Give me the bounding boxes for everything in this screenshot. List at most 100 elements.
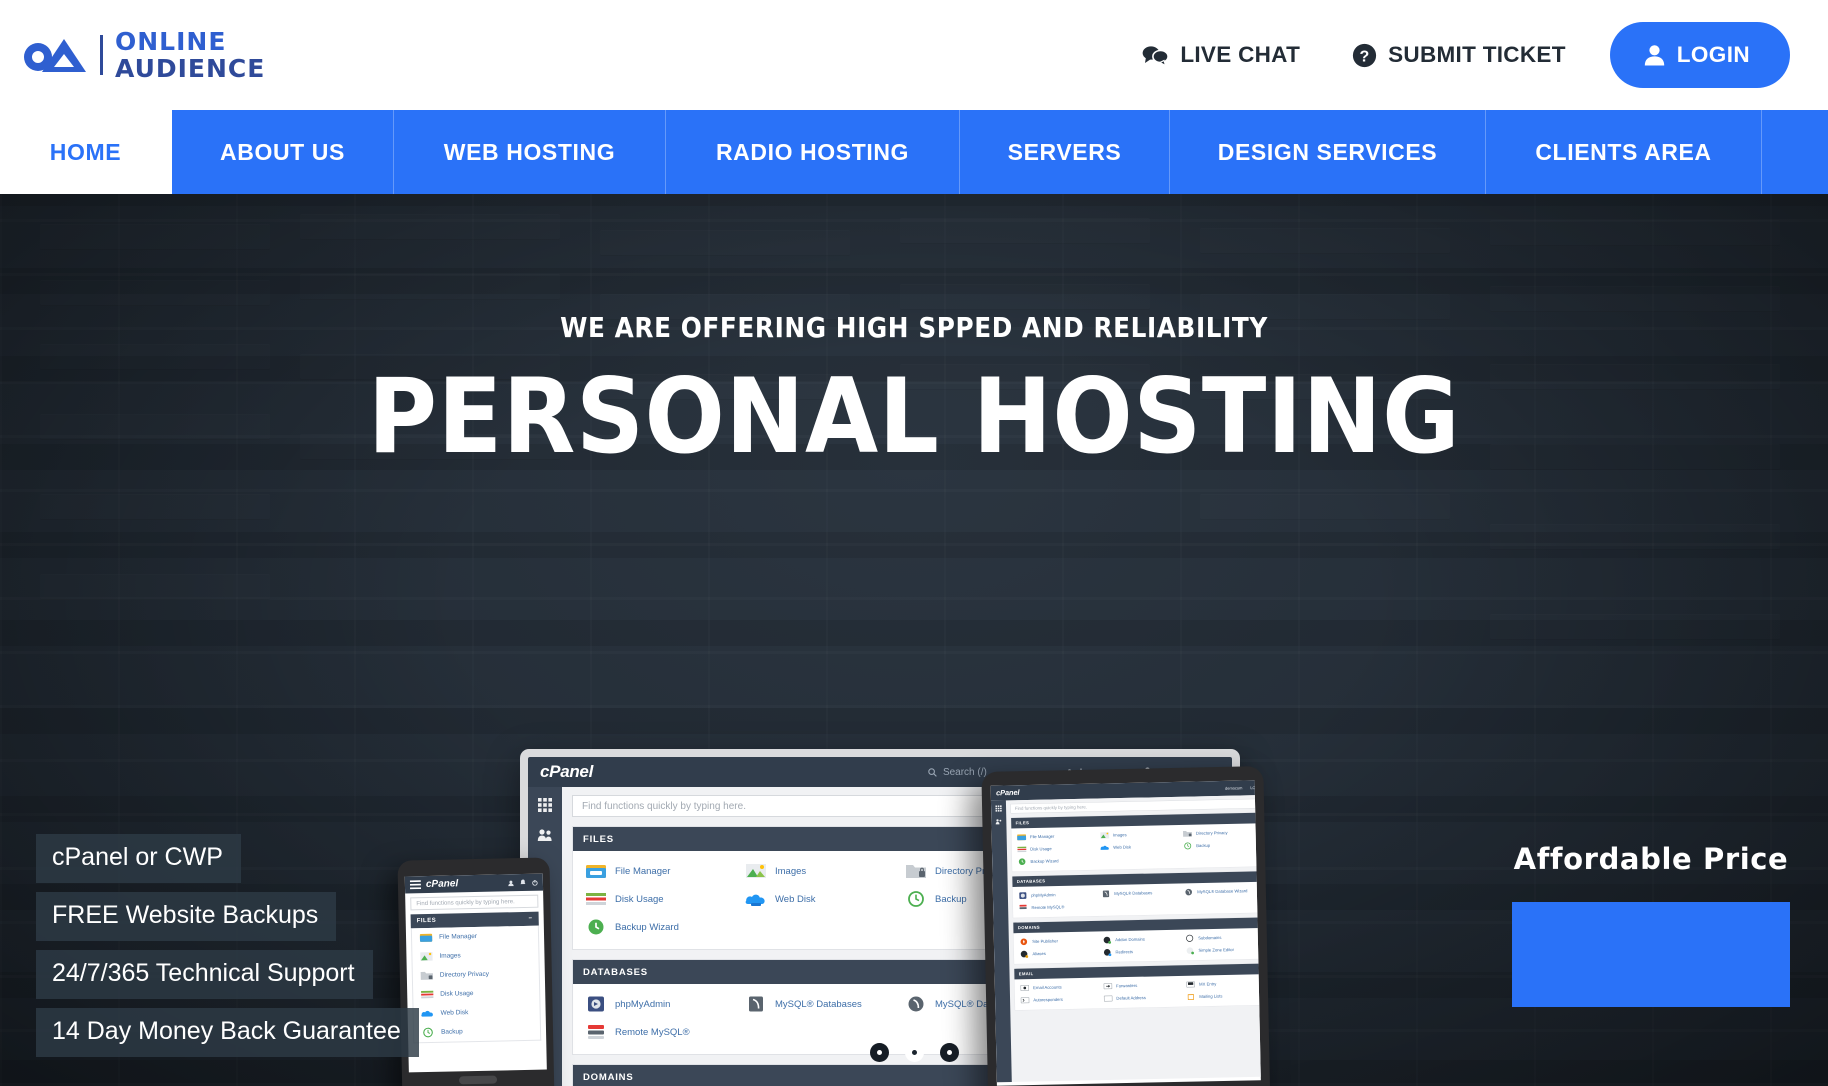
cpanel-section-title: FILES <box>1015 820 1030 826</box>
users-icon[interactable] <box>995 818 1002 825</box>
cpanel-tile[interactable]: Backup <box>414 1021 540 1043</box>
submit-ticket-link[interactable]: ? SUBMIT TICKET <box>1326 42 1592 68</box>
cpanel-tile[interactable]: phpMyAdmin <box>585 995 739 1013</box>
cpanel-tile[interactable]: Directory Privacy <box>1183 828 1261 838</box>
cpanel-tile[interactable]: Subdomains <box>1185 933 1261 943</box>
live-chat-link[interactable]: LIVE CHAT <box>1116 42 1326 68</box>
cpanel-section-title: FILES <box>416 917 437 925</box>
cpanel-user-menu[interactable]: democom <box>1225 786 1242 791</box>
carousel-dot-3[interactable] <box>939 1043 959 1062</box>
price-placeholder-box[interactable] <box>1512 902 1790 1007</box>
cpanel-tile-label: Simple Zone Editor <box>1198 947 1235 953</box>
cpanel-tile-label: Images <box>439 952 461 960</box>
aliases-icon <box>1020 950 1029 958</box>
backup-icon <box>1184 842 1192 850</box>
nav-label-about-us: ABOUT US <box>220 138 345 165</box>
cpanel-tile[interactable]: Images <box>1100 830 1181 840</box>
cpanel-tile[interactable]: Backup Wizard <box>1017 856 1098 866</box>
disk-usage-icon <box>421 990 434 999</box>
cpanel-tile-label: MX Entry <box>1199 981 1217 987</box>
affordable-price-block: Affordable Price <box>1512 842 1790 1007</box>
carousel-dot-2[interactable] <box>904 1043 924 1062</box>
cpanel-tile-label: Images <box>775 865 807 877</box>
nav-item-radio-hosting[interactable]: RADIO HOSTING <box>666 110 960 194</box>
cpanel-panel-files: FILES − File <box>1010 812 1261 873</box>
cpanel-tile-label: Redirects <box>1115 949 1134 955</box>
cpanel-tile-label: Backup Wizard <box>615 921 679 933</box>
cpanel-tile[interactable]: Autoresponders <box>1020 995 1101 1005</box>
backup-wizard-icon <box>1018 858 1026 866</box>
users-icon[interactable] <box>537 827 553 843</box>
cpanel-tile-label: Directory Privacy <box>439 970 490 979</box>
cpanel-tile[interactable]: Backup <box>1183 840 1261 850</box>
nav-item-empty-slot[interactable] <box>1762 110 1828 194</box>
cpanel-tile[interactable]: MySQL® Database Wizard <box>1184 887 1261 897</box>
nav-item-clients-area[interactable]: CLIENTS AREA <box>1486 110 1762 194</box>
phone-home-button[interactable] <box>458 1075 498 1085</box>
apps-grid-icon[interactable] <box>995 805 1002 812</box>
cpanel-tile[interactable]: Redirects <box>1102 947 1183 957</box>
cpanel-tile-label: Site Publisher <box>1032 938 1059 945</box>
cpanel-panel-databases: DATABASES − <box>1011 870 1261 919</box>
collapse-icon[interactable]: − <box>1260 815 1261 821</box>
apps-grid-icon[interactable] <box>537 797 553 813</box>
cpanel-tile[interactable]: Disk Usage <box>1017 844 1098 854</box>
cpanel-tile[interactable]: Web Disk <box>745 890 899 908</box>
nav-item-web-hosting[interactable]: WEB HOSTING <box>394 110 666 194</box>
cpanel-tile-label: File Manager <box>1029 833 1055 840</box>
collapse-icon[interactable]: − <box>529 916 533 922</box>
nav-label-radio-hosting: RADIO HOSTING <box>715 138 910 165</box>
cpanel-logo: cPanel <box>540 762 594 781</box>
cpanel-tile-label: Forwarders <box>1116 983 1138 989</box>
subdomains-icon <box>1186 934 1194 942</box>
cpanel-tile-label: Backup <box>935 893 967 905</box>
nav-label-design-services: DESIGN SERVICES <box>1217 138 1438 165</box>
cpanel-tile[interactable]: MySQL® Databases <box>745 995 899 1013</box>
cpanel-mobile-tile-list: File Manager Images Directory Privacy Di… <box>410 925 542 1044</box>
mx-entry-icon <box>1186 981 1196 988</box>
cpanel-tile-label: Disk Usage <box>615 893 664 905</box>
cpanel-tile[interactable]: File Manager <box>1017 832 1098 842</box>
redirects-icon <box>1103 949 1112 957</box>
cpanel-tile[interactable]: Mailing Lists <box>1186 991 1261 1001</box>
cpanel-tile[interactable]: Aliases <box>1019 949 1100 959</box>
power-icon[interactable] <box>532 879 538 886</box>
cpanel-tile[interactable]: Remote MySQL® <box>1018 902 1099 912</box>
site-logo[interactable]: ONLINE AUDIENCE <box>18 29 265 81</box>
nav-item-design-services[interactable]: DESIGN SERVICES <box>1170 110 1486 194</box>
cpanel-tile[interactable]: MX Entry <box>1186 979 1261 989</box>
cpanel-logout-button[interactable]: LOGOUT <box>1250 785 1261 790</box>
cpanel-tile-label: MySQL® Databases <box>1114 890 1153 897</box>
cpanel-tile-label: Email Accounts <box>1033 984 1062 991</box>
cpanel-tile[interactable]: Forwarders <box>1103 981 1184 991</box>
cpanel-tile[interactable]: Addon Domains <box>1102 934 1183 944</box>
directory-privacy-icon <box>1183 830 1193 837</box>
cpanel-tile[interactable]: Email Accounts <box>1020 982 1101 992</box>
cpanel-tile[interactable]: Images <box>745 862 899 880</box>
cpanel-tile-label: Mailing Lists <box>1199 993 1223 1000</box>
bell-icon[interactable] <box>520 879 526 886</box>
mysql-database-wizard-icon <box>1185 888 1193 896</box>
cpanel-mobile-find-input[interactable]: Find functions quickly by typing here. <box>410 894 539 911</box>
cpanel-tile[interactable]: MySQL® Databases <box>1101 888 1182 898</box>
nav-item-about-us[interactable]: ABOUT US <box>172 110 394 194</box>
cpanel-tile[interactable]: phpMyAdmin <box>1018 890 1099 900</box>
cpanel-tile[interactable]: Web Disk <box>1100 842 1181 852</box>
cpanel-tile[interactable]: Backup Wizard <box>585 918 739 936</box>
nav-item-home[interactable]: HOME <box>0 110 172 194</box>
cpanel-tile[interactable]: Site Publisher <box>1019 936 1100 946</box>
nav-item-servers[interactable]: SERVERS <box>960 110 1170 194</box>
cpanel-tile[interactable]: Remote MySQL® <box>585 1023 739 1041</box>
user-icon <box>1644 45 1664 66</box>
cpanel-tile[interactable]: Disk Usage <box>585 890 739 908</box>
carousel-dot-1[interactable] <box>869 1043 889 1062</box>
nav-label-web-hosting: WEB HOSTING <box>443 138 616 165</box>
cpanel-find-functions-input[interactable]: Find functions quickly by typing here. <box>1010 798 1261 814</box>
login-button[interactable]: LOGIN <box>1609 22 1790 88</box>
cpanel-tile[interactable]: Simple Zone Editor <box>1185 945 1261 955</box>
cpanel-tile[interactable]: Default Address <box>1103 993 1184 1003</box>
cpanel-tile[interactable]: File Manager <box>585 862 739 880</box>
user-icon[interactable] <box>508 880 514 886</box>
cpanel-main-content: Find functions quickly by typing here. F… <box>1006 795 1261 1082</box>
site-publisher-icon <box>1020 938 1028 946</box>
